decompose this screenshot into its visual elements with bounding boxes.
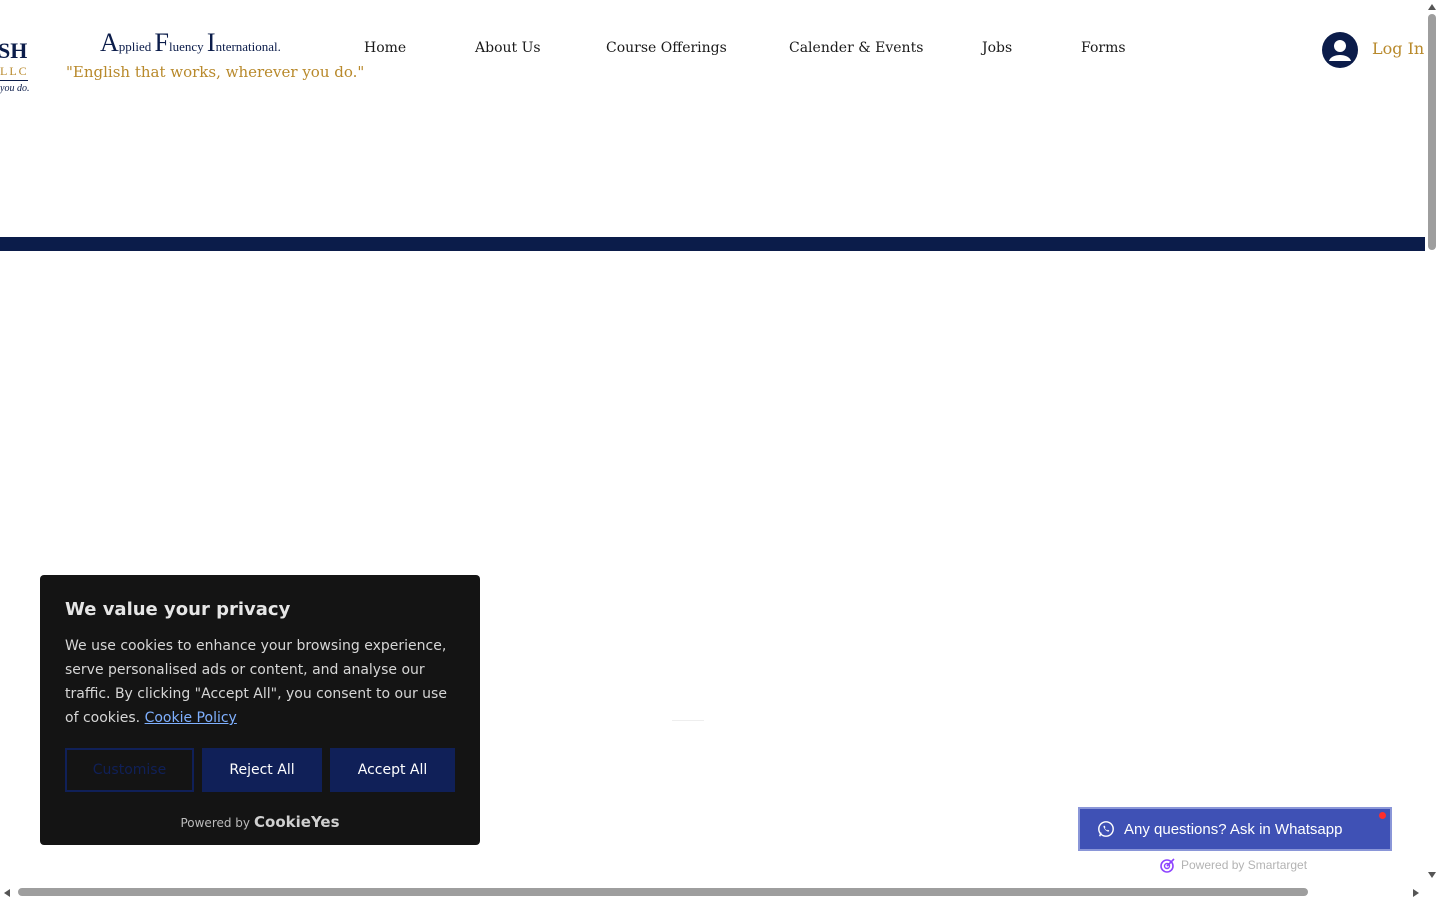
- logo-text-slogan: you do.: [0, 83, 30, 94]
- logo-text-sh: SH: [0, 38, 28, 63]
- scroll-down-arrow-icon[interactable]: [1428, 872, 1436, 878]
- cookie-banner-body: We use cookies to enhance your browsing …: [65, 634, 455, 730]
- brand-word-applied: pplied: [118, 39, 155, 54]
- accept-all-button[interactable]: Accept All: [330, 748, 455, 792]
- nav-item-forms[interactable]: Forms: [1081, 40, 1126, 56]
- header-divider-band: [0, 237, 1425, 251]
- cookie-banner-title: We value your privacy: [65, 599, 291, 620]
- smartarget-logo-icon: [1160, 858, 1175, 873]
- cookie-powered-by-label: Powered by: [180, 816, 251, 830]
- brand-name: Applied Fluency International.: [100, 28, 281, 58]
- login-label: Log In: [1372, 38, 1425, 58]
- cookie-powered-by: Powered by CookieYes: [40, 813, 480, 831]
- brand-letter-i: I: [206, 28, 216, 57]
- whatsapp-label: Any questions? Ask in Whatsapp: [1124, 820, 1343, 838]
- brand-word-international: nternational.: [215, 39, 281, 54]
- nav-item-about-us[interactable]: About Us: [475, 40, 541, 56]
- whatsapp-chat-button[interactable]: Any questions? Ask in Whatsapp: [1078, 807, 1392, 851]
- vertical-scroll-thumb[interactable]: [1428, 14, 1436, 250]
- cookie-button-group: Customise Reject All Accept All: [65, 748, 455, 792]
- nav-item-course-offerings[interactable]: Course Offerings: [606, 40, 727, 56]
- logo[interactable]: SH LLC you do.: [0, 36, 32, 98]
- customise-button[interactable]: Customise: [65, 748, 194, 792]
- cookieyes-logo[interactable]: CookieYes: [254, 813, 340, 831]
- smartarget-label: Powered by Smartarget: [1181, 858, 1308, 872]
- scroll-right-arrow-icon[interactable]: [1413, 889, 1419, 897]
- nav-item-calender-events[interactable]: Calender & Events: [789, 40, 923, 56]
- smartarget-powered-by[interactable]: Powered by Smartarget: [1160, 857, 1307, 873]
- login-button[interactable]: Log In: [1322, 32, 1424, 68]
- horizontal-scroll-thumb[interactable]: [18, 888, 1308, 896]
- logo-text-llc: LLC: [0, 64, 29, 78]
- brand-word-fluency: luency: [169, 39, 207, 54]
- brand-letter-f: F: [154, 28, 169, 57]
- reject-all-button[interactable]: Reject All: [202, 748, 322, 792]
- brand-letter-a: A: [100, 28, 119, 57]
- nav-item-jobs[interactable]: Jobs: [982, 40, 1012, 56]
- horizontal-scrollbar[interactable]: [0, 885, 1425, 900]
- logo-divider: [0, 80, 28, 81]
- notification-dot: [1379, 812, 1386, 819]
- vertical-scrollbar[interactable]: [1425, 0, 1440, 885]
- user-avatar-icon: [1322, 32, 1358, 68]
- scroll-up-arrow-icon[interactable]: [1428, 4, 1436, 10]
- tagline: "English that works, wherever you do.": [66, 63, 365, 81]
- nav-item-home[interactable]: Home: [364, 40, 406, 56]
- scroll-left-arrow-icon[interactable]: [4, 889, 10, 897]
- cookie-consent-banner: We value your privacy We use cookies to …: [40, 575, 480, 845]
- cookie-policy-link[interactable]: Cookie Policy: [145, 710, 237, 726]
- page: SH LLC you do. Applied Fluency Internati…: [0, 0, 1440, 900]
- cookie-banner-text: We use cookies to enhance your browsing …: [65, 638, 447, 726]
- whatsapp-icon: [1098, 821, 1114, 837]
- content-placeholder-line: [672, 720, 704, 721]
